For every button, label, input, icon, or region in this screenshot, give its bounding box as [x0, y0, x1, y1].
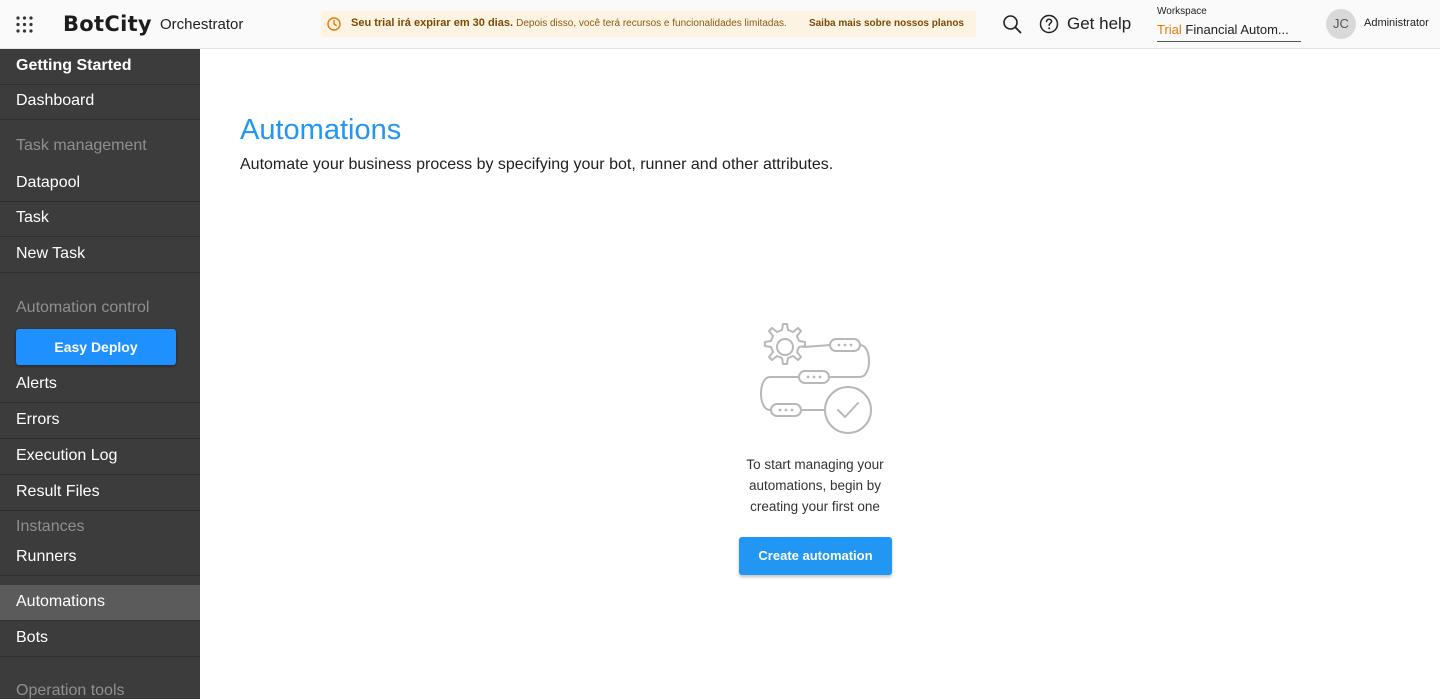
sidebar-section-task-management: Task management — [16, 137, 147, 154]
empty-state-message: To start managing your automations, begi… — [715, 454, 915, 517]
sidebar-item-dashboard[interactable]: Dashboard — [0, 84, 200, 120]
workspace-value: Trial Financial Autom... — [1157, 22, 1289, 37]
workspace-selector[interactable]: Workspace Trial Financial Autom... — [1157, 5, 1301, 42]
sidebar-item-alerts[interactable]: Alerts — [0, 367, 200, 403]
sidebar: Getting Started Dashboard Task managemen… — [0, 49, 200, 699]
sidebar-item-bots[interactable]: Bots — [0, 621, 200, 657]
easy-deploy-button[interactable]: Easy Deploy — [16, 329, 176, 365]
trial-description: Depois disso, você terá recursos e funci… — [516, 18, 787, 29]
user-role[interactable]: Administrator — [1364, 17, 1429, 29]
user-avatar[interactable]: JC — [1326, 9, 1356, 39]
page-title: Automations — [240, 114, 402, 146]
top-bar: BotCity Orchestrator Seu trial irá expir… — [0, 0, 1440, 49]
page-subtitle: Automate your business process by specif… — [240, 156, 834, 173]
empty-state-line-1: To start managing your — [746, 457, 884, 472]
get-help-label: Get help — [1067, 14, 1132, 33]
sidebar-item-task[interactable]: Task — [0, 201, 200, 237]
sidebar-item-automations[interactable]: Automations — [0, 585, 200, 621]
sidebar-section-operation-tools: Operation tools — [16, 682, 125, 699]
sidebar-item-getting-started[interactable]: Getting Started — [0, 49, 200, 85]
create-automation-button[interactable]: Create automation — [739, 537, 892, 575]
sidebar-item-datapool[interactable]: Datapool — [0, 166, 200, 202]
botcity-logo[interactable]: BotCity — [63, 12, 152, 36]
help-circle-icon — [1039, 14, 1059, 34]
workspace-trial-badge: Trial — [1157, 22, 1182, 37]
sidebar-item-runners[interactable]: Runners — [0, 540, 200, 576]
plans-link[interactable]: Saiba mais sobre nossos planos — [809, 18, 964, 29]
sidebar-section-instances: Instances — [16, 518, 85, 535]
automation-workflow-icon — [760, 323, 872, 434]
workspace-label: Workspace — [1157, 6, 1207, 17]
sidebar-item-new-task[interactable]: New Task — [0, 237, 200, 273]
workspace-name: Financial Autom... — [1185, 22, 1289, 37]
trial-banner: Seu trial irá expirar em 30 dias. Depois… — [321, 11, 976, 37]
trial-message: Seu trial irá expirar em 30 dias. Depois… — [351, 17, 787, 29]
trial-expiry-text: Seu trial irá expirar em 30 dias. — [351, 17, 514, 29]
sidebar-section-automation-control: Automation control — [16, 299, 150, 316]
empty-state-line-2: automations, begin by — [748, 478, 882, 493]
sidebar-item-execution-log[interactable]: Execution Log — [0, 439, 200, 475]
empty-state-line-3: creating your first one — [750, 499, 880, 514]
apps-grid-icon[interactable] — [16, 16, 33, 33]
clock-icon — [327, 17, 341, 31]
sidebar-item-errors[interactable]: Errors — [0, 403, 200, 439]
get-help-button[interactable]: Get help — [1039, 13, 1131, 35]
app-name: Orchestrator — [160, 16, 244, 33]
sidebar-item-result-files[interactable]: Result Files — [0, 475, 200, 511]
search-icon[interactable] — [1002, 14, 1022, 34]
